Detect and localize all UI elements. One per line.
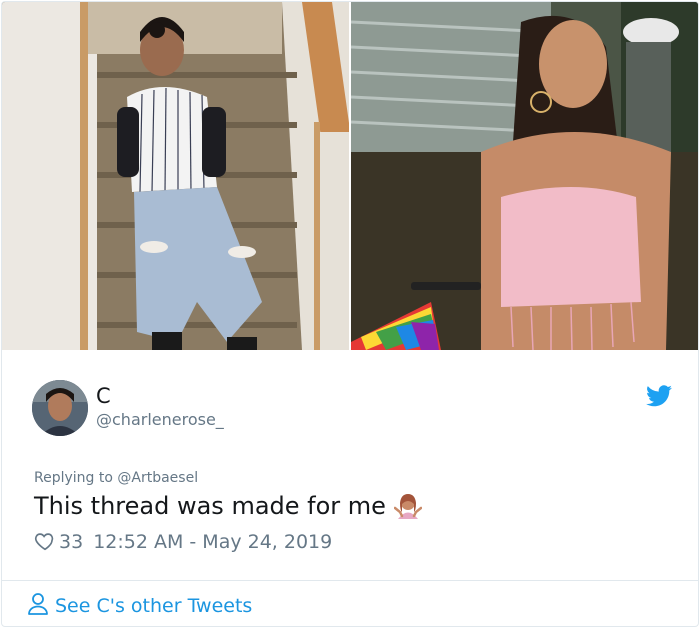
replying-to: Replying to @Artbaesel: [34, 470, 198, 486]
author-display-name[interactable]: C: [96, 384, 111, 408]
footer-divider: [2, 580, 698, 581]
person-shrugging-icon: [393, 492, 423, 526]
tweet-timestamp[interactable]: 12:52 AM - May 24, 2019: [93, 531, 332, 553]
reply-prefix: Replying to: [34, 470, 118, 486]
tweet-author: C @charlenerose_: [32, 380, 672, 440]
see-other-tweets-link[interactable]: See C's other Tweets: [27, 592, 252, 618]
tweet-photo-outdoor[interactable]: [351, 2, 698, 350]
tweet-meta: 33 12:52 AM - May 24, 2019: [34, 530, 332, 554]
reply-mention-link[interactable]: @Artbaesel: [117, 470, 198, 486]
avatar-image: [32, 380, 88, 436]
photo-outdoor-illustration: [351, 2, 698, 350]
like-heart-icon[interactable]: [34, 530, 56, 557]
tweet-text: This thread was made for me: [34, 492, 423, 526]
like-count: 33: [59, 531, 84, 553]
photo-stairs-illustration: [2, 2, 349, 350]
twitter-bird-icon[interactable]: [646, 385, 672, 407]
tweet-photo-stairs[interactable]: [2, 2, 349, 350]
person-icon: [27, 592, 49, 621]
author-handle[interactable]: @charlenerose_: [96, 410, 224, 429]
tweet-text-content: This thread was made for me: [34, 492, 386, 520]
see-other-tweets-label: See C's other Tweets: [55, 595, 253, 617]
author-avatar[interactable]: [32, 380, 88, 436]
tweet-media: [2, 2, 698, 350]
embedded-tweet-card: C @charlenerose_ Replying to @Artbaesel …: [1, 1, 699, 627]
